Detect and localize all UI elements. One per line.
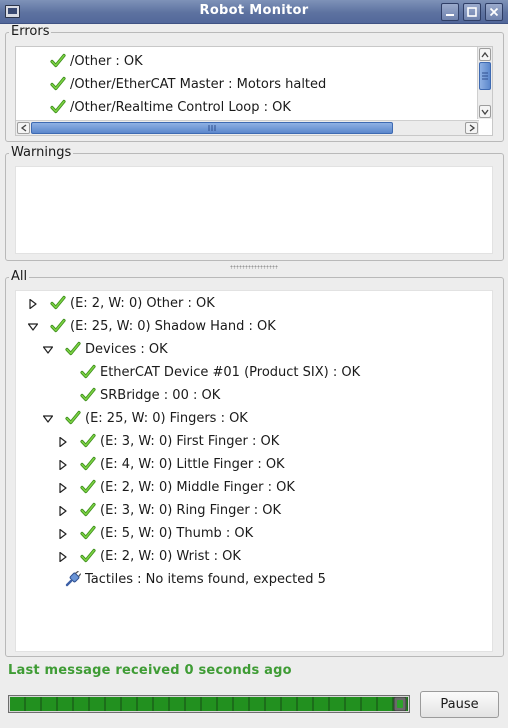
- all-group: All (E: 2, W: 0) Other : OK (E: 25, W: 0)…: [5, 269, 504, 657]
- errors-vertical-scrollbar[interactable]: [477, 47, 492, 119]
- tree-item-label: (E: 2, W: 0) Middle Finger : OK: [100, 479, 295, 495]
- minimize-icon: [446, 14, 454, 16]
- tree-item[interactable]: Devices : OK: [42, 338, 168, 360]
- tree-item[interactable]: EtherCAT Device #01 (Product SIX) : OK: [58, 361, 360, 383]
- grip-icon: [482, 72, 488, 80]
- error-item-label: /Other : OK: [70, 53, 143, 69]
- tree-item[interactable]: (E: 5, W: 0) Thumb : OK: [58, 522, 253, 544]
- tree-item-label: (E: 3, W: 0) First Finger : OK: [100, 433, 280, 449]
- tree-item[interactable]: (E: 3, W: 0) First Finger : OK: [58, 430, 279, 452]
- collapse-arrow-icon[interactable]: [42, 413, 54, 423]
- check-icon: [80, 502, 96, 518]
- expand-arrow-icon[interactable]: [58, 436, 68, 448]
- chevron-right-icon: [469, 124, 476, 132]
- tree-item-label: Tactiles : No items found, expected 5: [85, 571, 326, 587]
- expand-arrow-icon[interactable]: [28, 298, 38, 310]
- title-bar[interactable]: Robot Monitor: [0, 0, 508, 24]
- check-icon: [65, 341, 81, 357]
- check-icon: [50, 53, 66, 69]
- tree-item-label: (E: 4, W: 0) Little Finger : OK: [100, 456, 285, 472]
- tree-item[interactable]: (E: 4, W: 0) Little Finger : OK: [58, 453, 285, 475]
- progress-fill: [10, 697, 408, 711]
- errors-vscroll-thumb[interactable]: [479, 62, 491, 90]
- all-tree[interactable]: (E: 2, W: 0) Other : OK (E: 25, W: 0) Sha…: [15, 290, 493, 652]
- expand-arrow-icon[interactable]: [58, 482, 68, 494]
- collapse-arrow-icon[interactable]: [42, 344, 54, 354]
- error-item[interactable]: /Other/EtherCAT Master : Motors halted: [50, 73, 326, 95]
- tree-item[interactable]: (E: 3, W: 0) Ring Finger : OK: [58, 499, 281, 521]
- errors-horizontal-scrollbar[interactable]: [16, 120, 479, 135]
- tree-item-label: (E: 25, W: 0) Shadow Hand : OK: [70, 318, 276, 334]
- expand-arrow-icon[interactable]: [58, 528, 68, 540]
- message-progress-bar: [8, 695, 410, 713]
- collapse-arrow-icon[interactable]: [27, 321, 39, 331]
- error-item[interactable]: /Other : OK: [50, 50, 143, 72]
- tree-item[interactable]: (E: 2, W: 0) Middle Finger : OK: [58, 476, 295, 498]
- pause-button[interactable]: Pause: [420, 691, 499, 718]
- tree-item-label: (E: 3, W: 0) Ring Finger : OK: [100, 502, 282, 518]
- maximize-icon: [467, 7, 477, 17]
- check-icon: [80, 525, 96, 541]
- check-icon: [50, 76, 66, 92]
- check-icon: [80, 433, 96, 449]
- chevron-up-icon: [481, 51, 489, 58]
- tree-item-label: SRBridge : 00 : OK: [100, 387, 221, 403]
- check-icon: [80, 479, 96, 495]
- errors-list[interactable]: /Other : OK/Other/EtherCAT Master : Moto…: [15, 46, 493, 136]
- check-icon: [80, 456, 96, 472]
- check-icon: [80, 364, 96, 380]
- tree-item-label: (E: 2, W: 0) Other : OK: [70, 295, 215, 311]
- error-item-label: /Other/EtherCAT Master : Motors halted: [70, 76, 327, 92]
- check-icon: [80, 548, 96, 564]
- plug-icon: [65, 570, 82, 587]
- error-item[interactable]: /Other/Realtime Control Loop : OK: [50, 96, 291, 118]
- warnings-group: Warnings: [5, 145, 504, 261]
- scroll-right-button[interactable]: [465, 122, 478, 134]
- grip-icon: [208, 125, 216, 131]
- chevron-left-icon: [20, 124, 27, 132]
- expand-arrow-icon[interactable]: [58, 459, 68, 471]
- warnings-list[interactable]: [15, 166, 493, 254]
- scroll-up-button[interactable]: [479, 48, 491, 61]
- tree-item[interactable]: (E: 2, W: 0) Other : OK: [28, 292, 215, 314]
- expand-arrow-icon[interactable]: [58, 551, 68, 563]
- errors-hscroll-thumb[interactable]: [31, 122, 393, 134]
- tree-item-label: (E: 25, W: 0) Fingers : OK: [85, 410, 248, 426]
- tree-item[interactable]: (E: 25, W: 0) Shadow Hand : OK: [27, 315, 276, 337]
- warnings-title: Warnings: [9, 145, 74, 160]
- maximize-button[interactable]: [463, 3, 481, 21]
- tree-item[interactable]: (E: 2, W: 0) Wrist : OK: [58, 545, 241, 567]
- last-message-status: Last message received 0 seconds ago: [8, 663, 292, 678]
- check-icon: [65, 410, 81, 426]
- check-icon: [50, 99, 66, 115]
- chevron-down-icon: [481, 109, 489, 116]
- tree-item[interactable]: (E: 25, W: 0) Fingers : OK: [42, 407, 248, 429]
- tree-item[interactable]: SRBridge : 00 : OK: [58, 384, 220, 406]
- progress-handle-icon: [393, 697, 407, 711]
- window-title: Robot Monitor: [199, 3, 309, 18]
- error-item-label: /Other/Realtime Control Loop : OK: [70, 99, 291, 115]
- minimize-button[interactable]: [441, 3, 459, 21]
- tree-item-label: (E: 2, W: 0) Wrist : OK: [100, 548, 241, 564]
- expand-arrow-icon[interactable]: [58, 505, 68, 517]
- close-icon: [489, 7, 499, 17]
- errors-title: Errors: [9, 24, 52, 39]
- close-button[interactable]: [485, 3, 503, 21]
- all-title: All: [9, 269, 30, 284]
- tree-item-label: (E: 5, W: 0) Thumb : OK: [100, 525, 254, 541]
- splitter-handle[interactable]: [230, 265, 278, 269]
- tree-item-label: EtherCAT Device #01 (Product SIX) : OK: [100, 364, 361, 380]
- check-icon: [50, 295, 66, 311]
- check-icon: [50, 318, 66, 334]
- tree-item-label: Devices : OK: [85, 341, 168, 357]
- scroll-down-button[interactable]: [479, 105, 491, 118]
- scroll-left-button[interactable]: [17, 122, 30, 134]
- errors-group: Errors /Other : OK/Other/EtherCAT Master…: [5, 24, 504, 142]
- tree-item[interactable]: Tactiles : No items found, expected 5: [43, 568, 326, 590]
- check-icon: [80, 387, 96, 403]
